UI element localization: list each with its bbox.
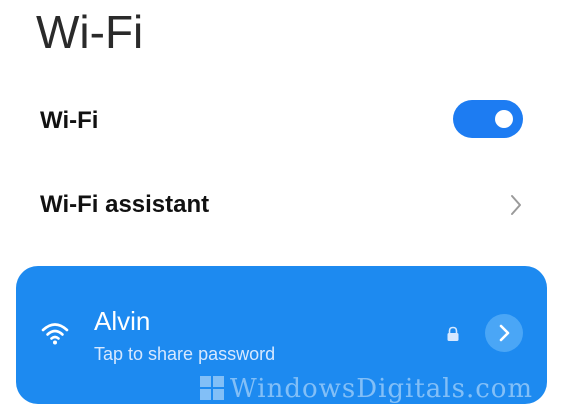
watermark-text: WindowsDigitals.com bbox=[230, 374, 534, 404]
wifi-icon bbox=[40, 320, 70, 346]
chevron-right-icon bbox=[506, 193, 526, 217]
network-subtitle: Tap to share password bbox=[94, 344, 276, 364]
wifi-assistant-row[interactable]: Wi-Fi assistant bbox=[0, 176, 563, 236]
lock-icon bbox=[446, 326, 460, 342]
page-title: Wi-Fi bbox=[36, 6, 144, 58]
details-arrow-icon bbox=[499, 324, 510, 342]
wifi-row-label: Wi-Fi bbox=[40, 107, 99, 134]
wifi-toggle[interactable] bbox=[453, 100, 523, 138]
wifi-toggle-row[interactable]: Wi-Fi bbox=[0, 92, 563, 152]
windows-logo-icon bbox=[200, 376, 224, 400]
wifi-assistant-label: Wi-Fi assistant bbox=[40, 191, 210, 218]
network-details-button[interactable] bbox=[485, 314, 523, 352]
toggle-knob bbox=[495, 110, 513, 128]
network-name: Alvin bbox=[94, 306, 151, 336]
